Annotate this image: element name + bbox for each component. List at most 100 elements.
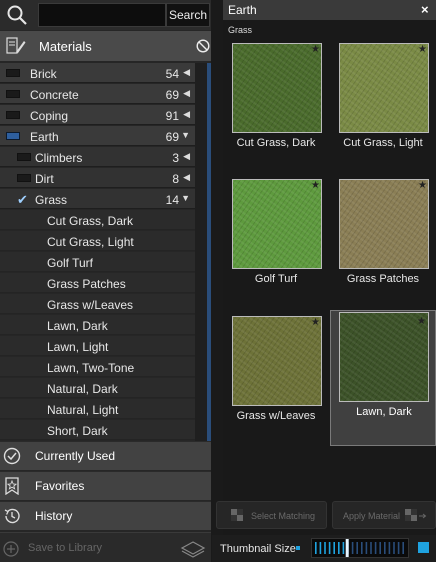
materials-header: Materials xyxy=(0,31,211,61)
material-thumbnail[interactable]: ★ Cut Grass, Light xyxy=(330,39,436,175)
material-thumbnail[interactable]: ★ Golf Turf xyxy=(223,175,329,311)
nav-label: History xyxy=(35,509,73,523)
material-list-item[interactable]: Natural, Dark xyxy=(0,378,195,398)
material-list-item[interactable]: Short, Dark xyxy=(0,420,195,440)
category-row[interactable]: Earth 69 ▼ xyxy=(0,126,195,146)
history-icon xyxy=(4,508,20,524)
category-label: Brick xyxy=(30,67,57,81)
search-button[interactable]: Search xyxy=(166,3,210,27)
large-size-icon[interactable] xyxy=(418,542,429,553)
category-row[interactable]: Brick 54 ◀ xyxy=(0,63,195,83)
category-count: 14 xyxy=(165,193,179,207)
save-to-library-button[interactable]: Save to Library xyxy=(28,542,102,554)
favorite-star-icon[interactable]: ★ xyxy=(418,180,427,191)
search-input[interactable] xyxy=(38,3,166,27)
material-list-item[interactable]: Golf Turf xyxy=(0,252,195,272)
category-row[interactable]: Concrete 69 ◀ xyxy=(0,84,195,104)
search-icon[interactable] xyxy=(6,4,28,26)
tree-scroll-thumb[interactable] xyxy=(207,63,211,441)
browser-title: Earth xyxy=(228,3,257,17)
texture-swatch xyxy=(339,179,429,269)
slider-tick xyxy=(361,542,363,554)
material-tree: Brick 54 ◀ Concrete 69 ◀ Coping 91 ◀ Earth 69 ▼ Clim… xyxy=(0,63,195,441)
material-list-item[interactable]: Natural, Light xyxy=(0,399,195,419)
category-row[interactable]: Climbers 3 ◀ xyxy=(0,147,195,167)
checker-icon xyxy=(405,509,417,521)
select-matching-label: Select Matching xyxy=(251,511,316,521)
texture-swatch xyxy=(339,43,429,133)
category-row[interactable]: Dirt 8 ◀ xyxy=(0,168,195,188)
collapsed-arrow-icon[interactable]: ◀ xyxy=(183,88,190,99)
favorite-star-icon[interactable]: ★ xyxy=(311,317,320,328)
material-label: Lawn, Dark xyxy=(47,319,108,333)
nav-label: Currently Used xyxy=(35,449,116,463)
slider-tick xyxy=(351,542,354,554)
material-list-item[interactable]: Cut Grass, Light xyxy=(0,231,195,251)
slider-tick xyxy=(374,542,377,554)
material-label: Golf Turf xyxy=(47,256,94,270)
material-list-item[interactable]: Cut Grass, Dark xyxy=(0,210,195,230)
expanded-arrow-icon[interactable]: ▼ xyxy=(181,193,190,203)
collapsed-arrow-icon[interactable]: ◀ xyxy=(183,109,190,120)
browser-header: Earth × xyxy=(223,0,436,20)
texture-swatch xyxy=(232,43,322,133)
search-bar: Search xyxy=(0,0,211,30)
select-matching-button[interactable]: Select Matching xyxy=(216,501,327,529)
layers-icon[interactable] xyxy=(180,539,206,559)
slider-tick xyxy=(328,542,331,554)
material-label: Short, Dark xyxy=(47,424,108,438)
category-count: 69 xyxy=(165,130,179,144)
material-thumbnail[interactable]: ★ Grass Patches xyxy=(330,175,436,311)
category-label: Dirt xyxy=(35,172,54,186)
apply-material-button[interactable]: Apply Material xyxy=(332,501,436,529)
folder-icon xyxy=(17,174,31,182)
category-label: Grass xyxy=(228,25,253,35)
material-label: Natural, Dark xyxy=(47,382,118,396)
category-row[interactable]: Coping 91 ◀ xyxy=(0,105,195,125)
small-size-icon[interactable] xyxy=(296,546,300,550)
favorite-star-icon[interactable]: ★ xyxy=(418,44,427,55)
favorite-star-icon[interactable]: ★ xyxy=(311,180,320,191)
collapsed-arrow-icon[interactable]: ◀ xyxy=(183,151,190,162)
slider-tick xyxy=(319,542,322,554)
favorite-star-icon[interactable]: ★ xyxy=(417,316,426,327)
material-label: Natural, Light xyxy=(47,403,119,417)
category-count: 3 xyxy=(172,151,179,165)
collapsed-arrow-icon[interactable]: ◀ xyxy=(183,172,190,183)
slider-knob xyxy=(345,539,349,557)
material-thumbnail[interactable]: ★ Cut Grass, Dark xyxy=(223,39,329,175)
material-list-item[interactable]: Lawn, Dark xyxy=(0,315,195,335)
material-browser: Earth × Grass ★ Cut Grass, Dark ★ Cut Grass… xyxy=(223,0,436,562)
material-list-item[interactable]: Lawn, Light xyxy=(0,336,195,356)
nav-favorites[interactable]: Favorites xyxy=(0,471,211,500)
checker-icon xyxy=(231,509,243,521)
category-label: Grass xyxy=(35,193,68,207)
collapsed-arrow-icon[interactable]: ◀ xyxy=(183,67,190,78)
tree-scrollbar[interactable] xyxy=(195,63,211,441)
material-list-item[interactable]: Grass Patches xyxy=(0,273,195,293)
expanded-arrow-icon[interactable]: ▼ xyxy=(181,130,190,140)
slider-tick xyxy=(379,542,381,554)
material-label: Cut Grass, Dark xyxy=(47,214,134,228)
clear-filter-icon[interactable] xyxy=(196,39,210,53)
slider-tick xyxy=(342,542,345,554)
close-icon[interactable]: × xyxy=(421,2,429,17)
favorite-star-icon[interactable]: ★ xyxy=(311,44,320,55)
material-list-item[interactable]: Grass w/Leaves xyxy=(0,294,195,314)
thumbnail-label: Grass Patches xyxy=(346,273,420,285)
add-circle-icon xyxy=(3,541,19,557)
thumbnail-size-label: Thumbnail Size xyxy=(220,543,296,555)
nav-currently-used[interactable]: Currently Used xyxy=(0,441,211,470)
slider-tick xyxy=(384,542,386,554)
material-thumbnail[interactable]: ★ Lawn, Dark xyxy=(330,310,436,446)
checkmark-icon[interactable]: ✔ xyxy=(17,192,28,208)
material-list-item[interactable]: Lawn, Two-Tone xyxy=(0,357,195,377)
slider-tick xyxy=(365,542,368,554)
nav-history[interactable]: History xyxy=(0,501,211,530)
category-row[interactable]: ✔ Grass 14 ▼ xyxy=(0,189,195,209)
slider-tick xyxy=(393,542,395,554)
slider-tick xyxy=(397,542,400,554)
material-thumbnail[interactable]: ★ Grass w/Leaves xyxy=(223,312,329,448)
thumbnail-size-slider[interactable] xyxy=(311,538,409,558)
folder-icon xyxy=(6,69,20,77)
